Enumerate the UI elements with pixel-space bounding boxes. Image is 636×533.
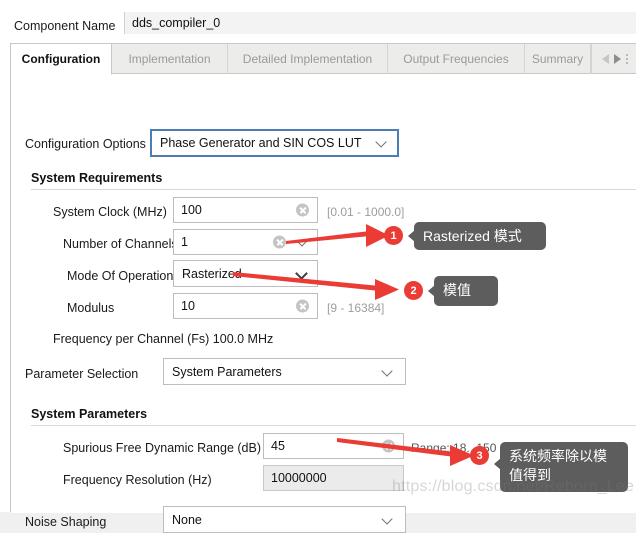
component-name-label: Component Name <box>14 19 116 33</box>
tab-label: Summary <box>531 52 584 66</box>
component-name-input[interactable]: dds_compiler_0 <box>124 12 636 34</box>
annotation-badge-2: 2 <box>404 281 423 300</box>
chevron-down-icon <box>383 366 393 376</box>
triangle-right-icon[interactable] <box>613 54 621 64</box>
tab-implementation[interactable]: Implementation <box>112 44 228 74</box>
noise-shaping-dropdown[interactable]: None <box>163 506 406 533</box>
system-parameters-title: System Parameters <box>31 407 148 421</box>
annotation-callout-2: 模值 <box>434 276 498 306</box>
chevron-down-icon[interactable] <box>298 236 308 246</box>
frequency-resolution-input: 10000000 <box>263 465 404 491</box>
parameter-selection-label: Parameter Selection <box>25 367 139 381</box>
frequency-per-channel-note: Frequency per Channel (Fs) 100.0 MHz <box>53 332 274 346</box>
tab-label: Implementation <box>128 52 211 66</box>
component-name-value: dds_compiler_0 <box>132 16 221 30</box>
triangle-left-icon[interactable] <box>601 54 609 64</box>
dds-compiler-config-window: Component Name dds_compiler_0 Configurat… <box>0 0 636 533</box>
tab-output-frequencies[interactable]: Output Frequencies <box>388 44 525 74</box>
annotation-badge-3: 3 <box>470 446 489 465</box>
clear-circle-icon[interactable] <box>382 439 395 453</box>
sfdr-label: Spurious Free Dynamic Range (dB) <box>63 441 261 455</box>
parameter-selection-dropdown[interactable]: System Parameters <box>163 358 406 385</box>
chevron-down-icon <box>383 514 393 524</box>
section-divider <box>31 189 636 190</box>
section-divider <box>31 425 636 426</box>
tab-nav-controls <box>591 44 636 74</box>
number-of-channels-label: Number of Channels <box>63 237 178 251</box>
parameter-selection-value: System Parameters <box>172 364 282 379</box>
sfdr-value: 45 <box>271 439 285 453</box>
watermark-text: https://blog.csdn.net/Reborn_Lee <box>392 478 635 495</box>
tab-detailed-implementation[interactable]: Detailed Implementation <box>228 44 388 74</box>
chevron-down-icon <box>377 137 387 147</box>
tab-label: Detailed Implementation <box>242 52 373 66</box>
modulus-input[interactable]: 10 <box>173 293 318 319</box>
tab-label: Output Frequencies <box>403 52 509 66</box>
frequency-resolution-value: 10000000 <box>271 471 327 485</box>
tab-strip: Configuration Implementation Detailed Im… <box>11 44 636 75</box>
noise-shaping-value: None <box>172 512 202 527</box>
component-name-bar: Component Name dds_compiler_0 <box>0 0 636 40</box>
modulus-label: Modulus <box>67 301 115 315</box>
clear-circle-icon[interactable] <box>273 235 286 249</box>
modulus-value: 10 <box>181 299 195 313</box>
annotation-callout-1: Rasterized 模式 <box>414 222 546 250</box>
clear-circle-icon[interactable] <box>296 203 309 217</box>
mode-of-operation-value: Rasterized <box>182 266 242 281</box>
number-of-channels-value: 1 <box>181 235 188 249</box>
tab-summary[interactable]: Summary <box>525 44 591 74</box>
mode-of-operation-dropdown[interactable]: Rasterized <box>173 260 318 287</box>
system-clock-range-hint: [0.01 - 1000.0] <box>327 205 405 219</box>
mode-of-operation-label: Mode Of Operation <box>67 269 174 283</box>
configuration-options-label: Configuration Options <box>25 137 146 151</box>
number-of-channels-input[interactable]: 1 <box>173 229 318 255</box>
kebab-dots-icon[interactable] <box>625 54 628 64</box>
annotation-badge-1: 1 <box>384 226 403 245</box>
modulus-range-hint: [9 - 16384] <box>327 301 385 315</box>
chevron-down-icon <box>297 268 307 278</box>
frequency-resolution-label: Frequency Resolution (Hz) <box>63 473 212 487</box>
system-clock-input[interactable]: 100 <box>173 197 318 223</box>
sfdr-input[interactable]: 45 <box>263 433 404 459</box>
tab-label: Configuration <box>21 52 101 66</box>
system-clock-label: System Clock (MHz) <box>53 205 167 219</box>
tab-configuration[interactable]: Configuration <box>11 44 112 75</box>
clear-circle-icon[interactable] <box>296 299 309 313</box>
configuration-options-value: Phase Generator and SIN COS LUT <box>160 136 362 150</box>
system-clock-value: 100 <box>181 203 202 217</box>
noise-shaping-label: Noise Shaping <box>25 515 107 529</box>
configuration-options-dropdown[interactable]: Phase Generator and SIN COS LUT <box>150 129 399 157</box>
system-requirements-title: System Requirements <box>31 171 163 185</box>
